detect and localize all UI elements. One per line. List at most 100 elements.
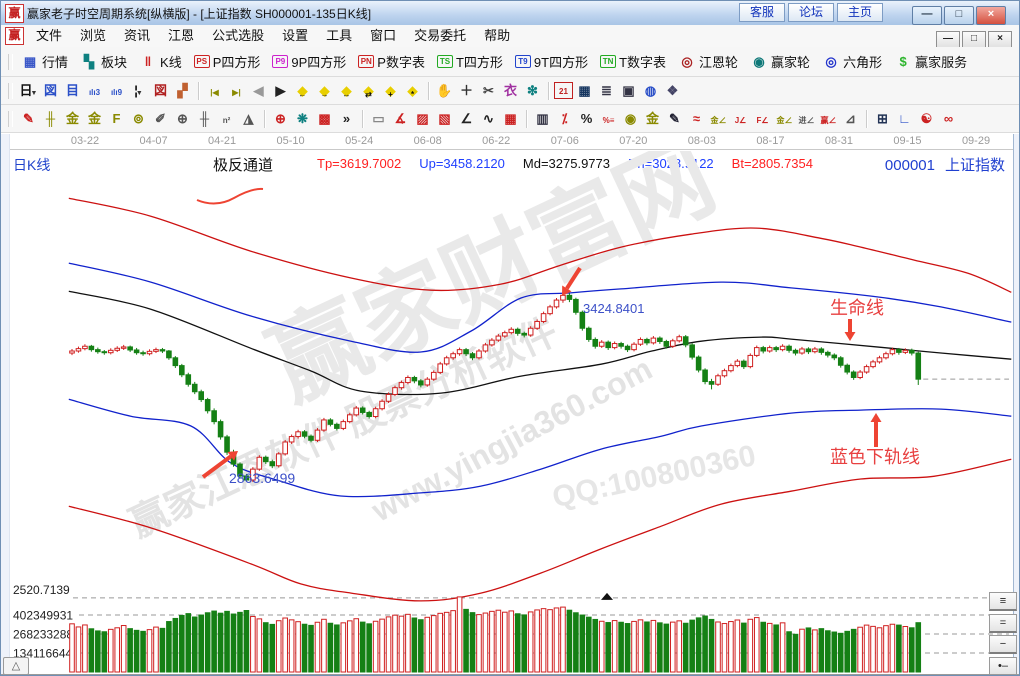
menu-window[interactable]: 窗口 bbox=[361, 25, 405, 47]
first-bar-icon[interactable]: |◀ bbox=[204, 81, 225, 101]
percent-line-icon[interactable]: ⁒ bbox=[554, 109, 575, 129]
tri-icon[interactable]: ⊿ bbox=[840, 109, 861, 129]
child-close-button[interactable]: × bbox=[988, 31, 1012, 48]
candle-style-icon[interactable]: ¦▼ bbox=[128, 81, 149, 101]
chart-canvas[interactable]: 赢家财富网赢家江恩软件 股票分析软件www.yingjia360.comQQ:1… bbox=[1, 151, 1020, 676]
gann-wheel-button[interactable]: ◎江恩轮 bbox=[675, 51, 741, 72]
t9-square-button[interactable]: T99T四方形 bbox=[512, 51, 591, 72]
gold-levels-icon[interactable]: 金 bbox=[642, 109, 663, 129]
infinity-icon[interactable]: ∞ bbox=[938, 109, 959, 129]
tick-grid-icon[interactable]: ╫ bbox=[194, 109, 215, 129]
red-grid-icon[interactable]: ▦ bbox=[500, 109, 521, 129]
gold-angle2-icon[interactable]: 金∠ bbox=[774, 109, 795, 129]
expand-pane-button[interactable]: △ bbox=[3, 657, 29, 675]
hand-icon[interactable]: ✋ bbox=[434, 81, 455, 101]
clothes-icon[interactable]: 衣 bbox=[500, 81, 521, 101]
p-number-table-button[interactable]: PNP数字表 bbox=[355, 51, 428, 72]
diamond-plus-icon[interactable]: ◆+ bbox=[380, 81, 401, 101]
diamond-swap-icon[interactable]: ◆⇄ bbox=[358, 81, 379, 101]
shaded-box2-icon[interactable]: ▧ bbox=[434, 109, 455, 129]
kline-period-icon[interactable]: 日▼ bbox=[18, 81, 39, 101]
chart-line-icon[interactable]: ∟ bbox=[894, 109, 915, 129]
menu-gann[interactable]: 江恩 bbox=[159, 25, 203, 47]
p-square-button[interactable]: PSP四方形 bbox=[191, 51, 264, 72]
zigzag-icon[interactable]: 図 bbox=[40, 81, 61, 101]
measure-icon[interactable]: ✂ bbox=[478, 81, 499, 101]
wave-icon[interactable]: ∿ bbox=[478, 109, 499, 129]
volume-style-icon[interactable]: ▞ bbox=[172, 81, 193, 101]
minimize-button[interactable]: — bbox=[912, 6, 942, 25]
save-icon[interactable]: ▣ bbox=[618, 81, 639, 101]
gold-grid1-icon[interactable]: 金 bbox=[62, 109, 83, 129]
crosshair-icon[interactable]: ＋ bbox=[456, 81, 477, 101]
percent-icon[interactable]: % bbox=[576, 109, 597, 129]
hexagon-button[interactable]: ◎六角形 bbox=[819, 51, 885, 72]
pane-slider-button[interactable]: •– bbox=[989, 657, 1017, 676]
winner-wheel-button[interactable]: ◉赢家轮 bbox=[747, 51, 813, 72]
gann-grid-icon[interactable]: ╫ bbox=[40, 109, 61, 129]
more-icon[interactable]: » bbox=[336, 109, 357, 129]
pane-two-lines-button[interactable]: = bbox=[989, 614, 1017, 633]
child-restore-button[interactable]: □ bbox=[962, 31, 986, 48]
f-grid-icon[interactable]: F bbox=[106, 109, 127, 129]
forum-button[interactable]: 论坛 bbox=[788, 3, 834, 22]
percent-levels-icon[interactable]: %≡ bbox=[598, 109, 619, 129]
yinyang-icon[interactable]: ☯ bbox=[916, 109, 937, 129]
diamond-star-icon[interactable]: ◆* bbox=[402, 81, 423, 101]
f-angle-icon[interactable]: F∠ bbox=[752, 109, 773, 129]
panel-icon[interactable]: ▥ bbox=[532, 109, 553, 129]
pane-three-lines-button[interactable]: ≡ bbox=[989, 592, 1017, 611]
menu-trade-entrust[interactable]: 交易委托 bbox=[405, 25, 475, 47]
network-icon[interactable]: ◍ bbox=[640, 81, 661, 101]
maximize-button[interactable]: □ bbox=[944, 6, 974, 25]
grid-yellow-icon[interactable]: ⊞ bbox=[872, 109, 893, 129]
fan-lines-icon[interactable]: ∡ bbox=[390, 109, 411, 129]
pattern-red-icon[interactable]: 図 bbox=[150, 81, 171, 101]
win-angle-icon[interactable]: 赢∠ bbox=[818, 109, 839, 129]
menu-settings[interactable]: 设置 bbox=[273, 25, 317, 47]
menu-news[interactable]: 资讯 bbox=[115, 25, 159, 47]
t-number-table-button[interactable]: TNT数字表 bbox=[597, 51, 669, 72]
menu-tools[interactable]: 工具 bbox=[317, 25, 361, 47]
winner-service-button[interactable]: $赢家服务 bbox=[891, 51, 970, 72]
customer-service-button[interactable]: 客服 bbox=[739, 3, 785, 22]
target-icon[interactable]: ⊕ bbox=[270, 109, 291, 129]
prev-bar-icon[interactable]: ◀ bbox=[248, 81, 269, 101]
spiral-icon[interactable]: ⊚ bbox=[128, 109, 149, 129]
last-bar-icon[interactable]: ▶| bbox=[226, 81, 247, 101]
diamond-lr-icon[interactable]: ◆↔ bbox=[336, 81, 357, 101]
quotes-button[interactable]: ▦行情 bbox=[18, 51, 71, 72]
sectors-button[interactable]: ▚板块 bbox=[77, 51, 130, 72]
bars3-icon[interactable]: ılı3 bbox=[84, 81, 105, 101]
diamond-right-icon[interactable]: ◆→ bbox=[314, 81, 335, 101]
computer-icon[interactable]: ❖ bbox=[662, 81, 683, 101]
bars9-icon[interactable]: ılı9 bbox=[106, 81, 127, 101]
n2-icon[interactable]: n² bbox=[216, 109, 237, 129]
child-minimize-button[interactable]: — bbox=[936, 31, 960, 48]
pen3-icon[interactable]: ✎ bbox=[664, 109, 685, 129]
gold-grid2-icon[interactable]: 金 bbox=[84, 109, 105, 129]
close-button[interactable]: × bbox=[976, 6, 1006, 25]
menu-browse[interactable]: 浏览 bbox=[71, 25, 115, 47]
homepage-button[interactable]: 主页 bbox=[837, 3, 883, 22]
t-square-button[interactable]: TST四方形 bbox=[434, 51, 506, 72]
menu-file[interactable]: 文件 bbox=[27, 25, 71, 47]
rect-tool-icon[interactable]: ▭ bbox=[368, 109, 389, 129]
p9-square-button[interactable]: P99P四方形 bbox=[269, 51, 349, 72]
notes-icon[interactable]: ≣ bbox=[596, 81, 617, 101]
calendar-icon[interactable]: 21 bbox=[554, 82, 573, 99]
gold-circle-icon[interactable]: ◉ bbox=[620, 109, 641, 129]
gold-angle-icon[interactable]: 金∠ bbox=[708, 109, 729, 129]
shaded-box1-icon[interactable]: ▨ bbox=[412, 109, 433, 129]
draw-pen-icon[interactable]: ✎ bbox=[18, 109, 39, 129]
circle-grid-icon[interactable]: ⊕ bbox=[172, 109, 193, 129]
snowflake-icon[interactable]: ❋ bbox=[292, 109, 313, 129]
menu-help[interactable]: 帮助 bbox=[475, 25, 519, 47]
compass-icon[interactable]: ◮ bbox=[238, 109, 259, 129]
wave-red-icon[interactable]: ≈ bbox=[686, 109, 707, 129]
knot-icon[interactable]: ❇ bbox=[522, 81, 543, 101]
menu-formula-stock-pick[interactable]: 公式选股 bbox=[203, 25, 273, 47]
pen2-icon[interactable]: ✐ bbox=[150, 109, 171, 129]
calculator-icon[interactable]: ▦ bbox=[574, 81, 595, 101]
next-bar-icon[interactable]: ▶ bbox=[270, 81, 291, 101]
